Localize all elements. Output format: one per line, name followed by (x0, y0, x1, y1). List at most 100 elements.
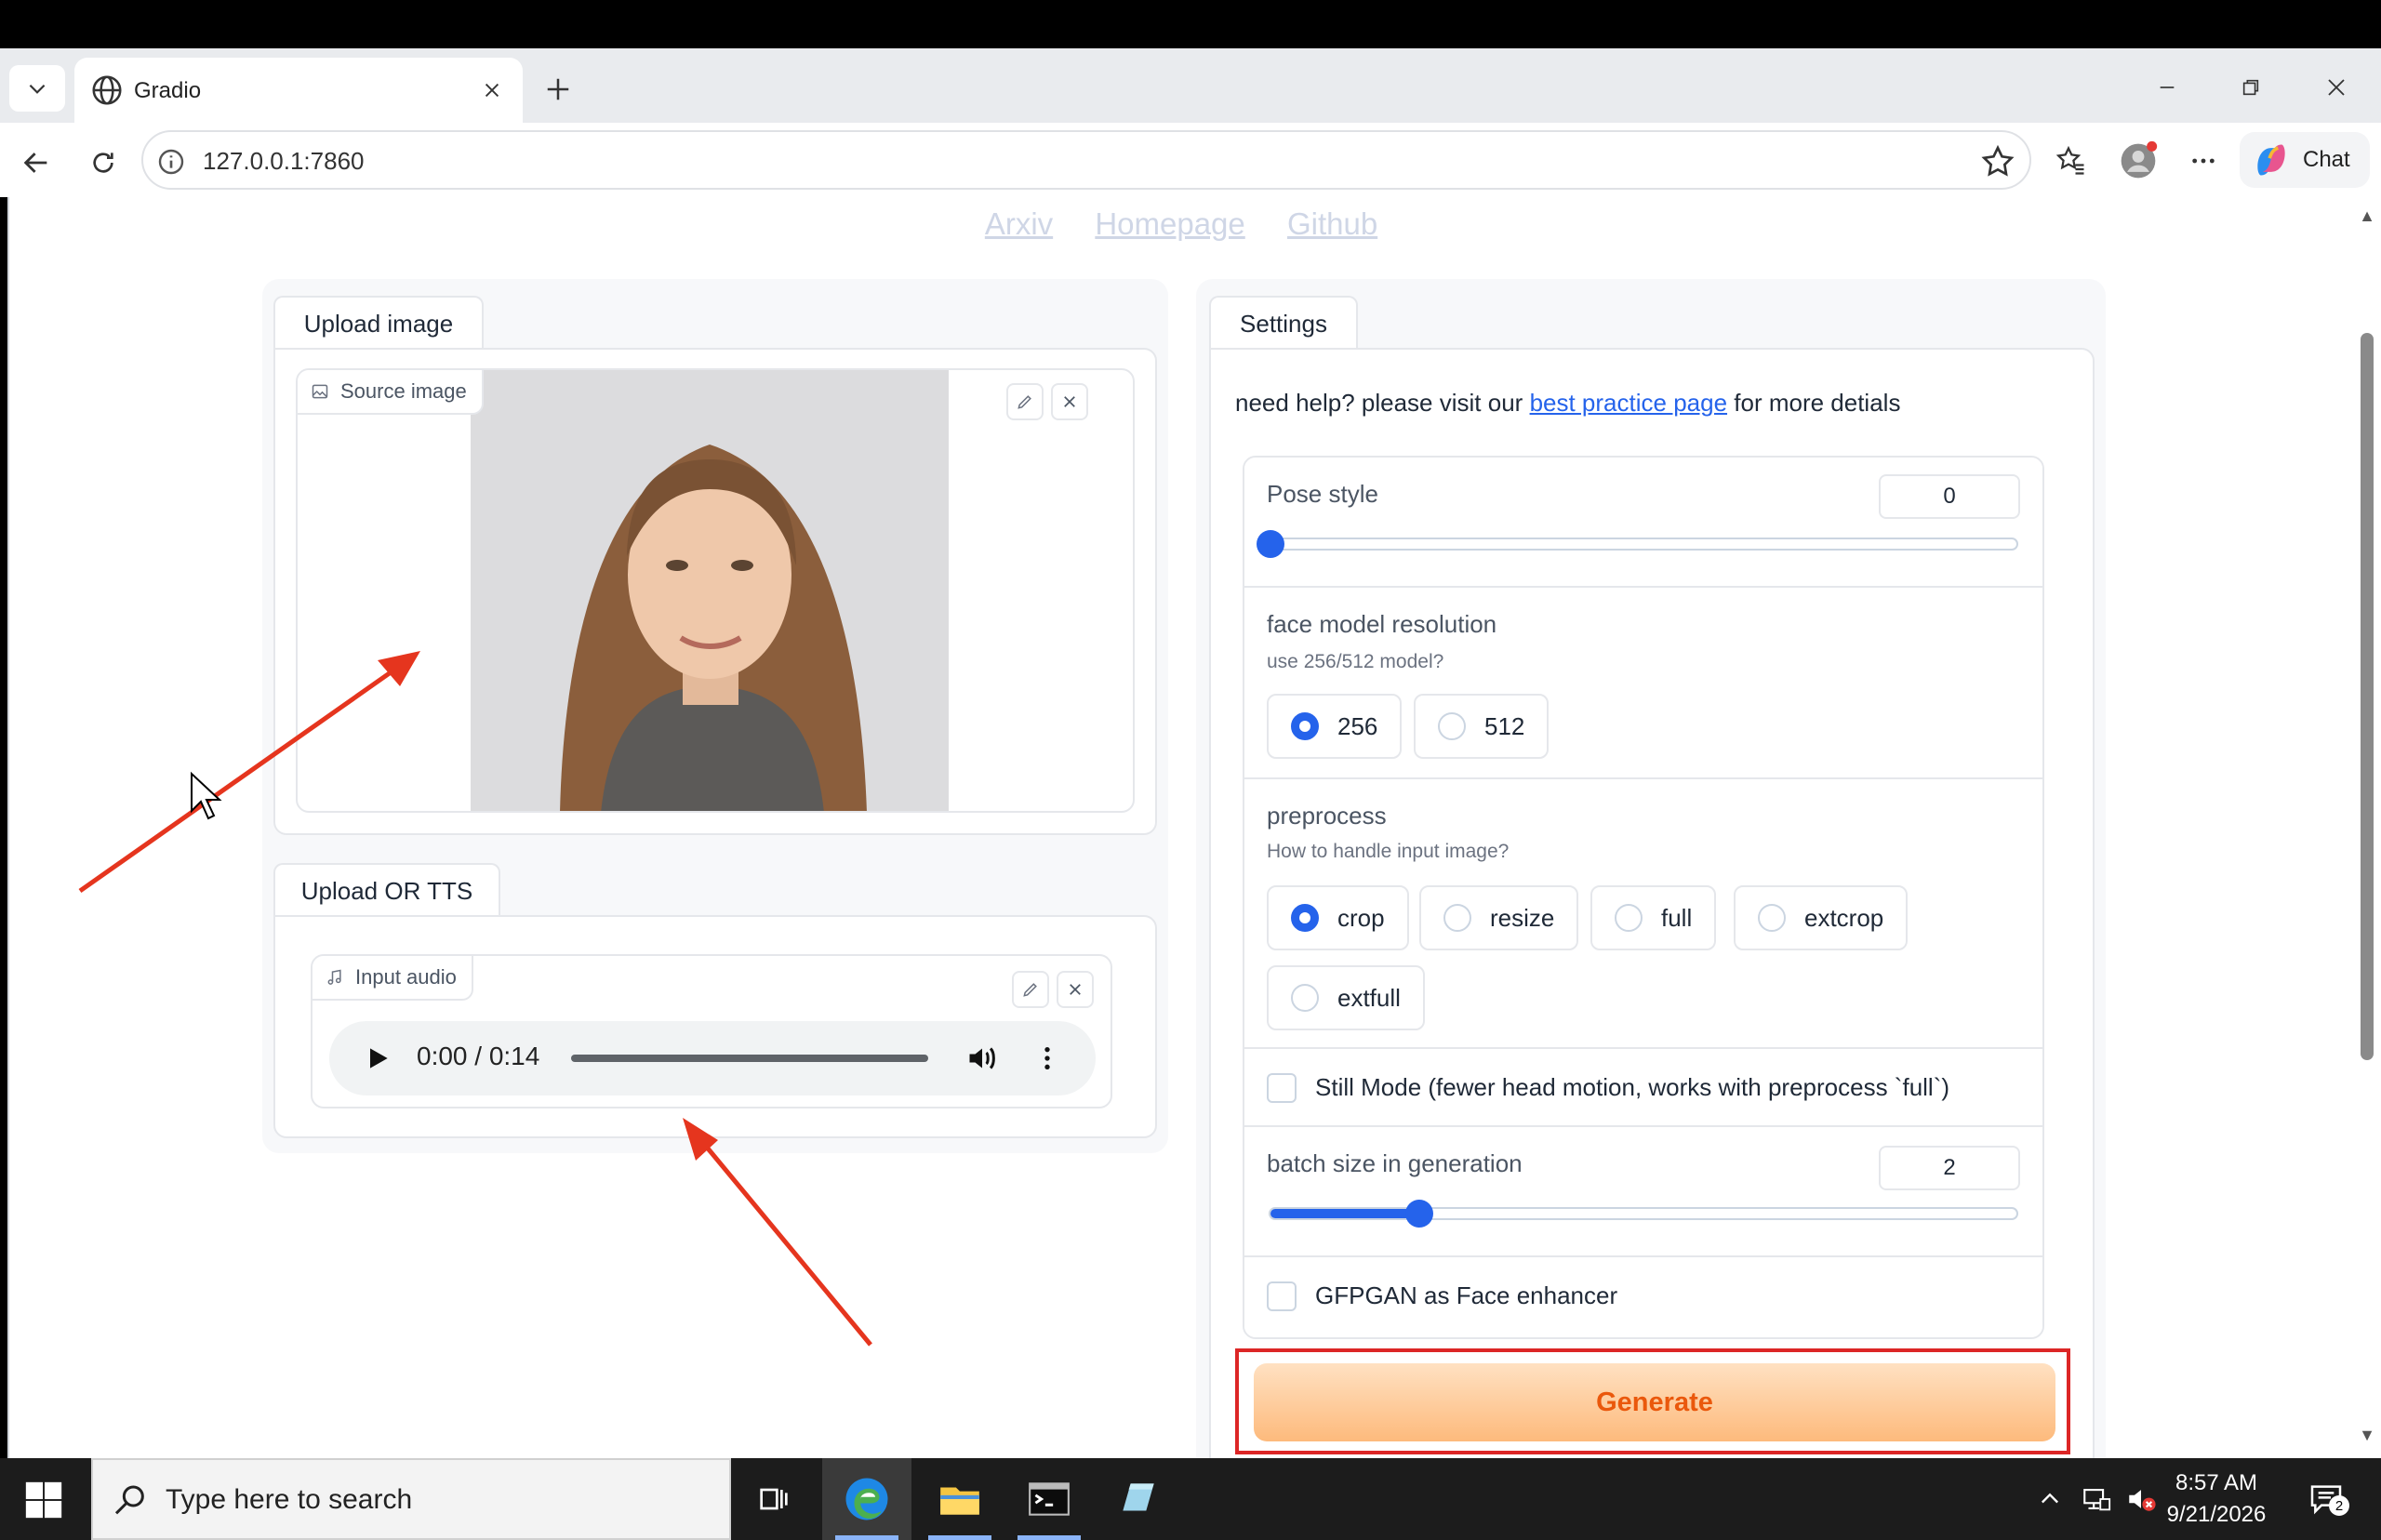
pose-style-slider[interactable] (1257, 530, 2018, 558)
address-bar[interactable]: 127.0.0.1:7860 (141, 130, 2031, 190)
restore-button[interactable] (2223, 67, 2279, 108)
tab-upload-or-tts[interactable]: Upload OR TTS (273, 863, 500, 917)
preprocess-option-label: extcrop (1804, 903, 1884, 932)
page-scrollbar[interactable]: ▲ ▼ (2351, 197, 2381, 1458)
preprocess-option-resize[interactable]: resize (1419, 885, 1579, 950)
gfpgan-section: GFPGAN as Face enhancer (1244, 1257, 2042, 1337)
taskbar-app-launcher[interactable] (1094, 1458, 1183, 1540)
preprocess-option-extfull[interactable]: extfull (1267, 965, 1425, 1030)
browser-tab-strip: Gradio (0, 48, 2381, 123)
profile-button[interactable] (2113, 136, 2163, 186)
arxiv-link[interactable]: Arxiv (985, 206, 1053, 241)
gfpgan-checkbox[interactable] (1267, 1281, 1297, 1311)
face-model-option-512[interactable]: 512 (1414, 694, 1550, 759)
tab-upload-image[interactable]: Upload image (273, 296, 484, 350)
still-mode-label[interactable]: Still Mode (fewer head motion, works wit… (1315, 1073, 1949, 1102)
close-window-button[interactable] (2308, 67, 2364, 108)
batch-size-slider[interactable] (1269, 1200, 2018, 1228)
page-viewport: Arxiv Homepage Github Upload image Sourc… (7, 197, 2381, 1458)
star-icon[interactable] (1979, 143, 2016, 180)
image-icon (312, 384, 328, 399)
preprocess-option-extcrop[interactable]: extcrop (1734, 885, 1909, 950)
homepage-link[interactable]: Homepage (1095, 206, 1244, 241)
preprocess-label: preprocess (1267, 802, 1387, 830)
input-audio-label-text: Input audio (355, 965, 457, 989)
back-button[interactable] (13, 139, 60, 186)
github-link[interactable]: Github (1287, 206, 1377, 241)
pencil-icon (1023, 983, 1037, 997)
face-model-label: face model resolution (1267, 610, 1497, 638)
radio-selected-icon (1291, 712, 1319, 740)
pose-style-number-input[interactable]: 0 (1879, 474, 2020, 519)
scrollbar-thumb[interactable] (2361, 333, 2374, 1060)
notifications-button[interactable]: 2 (2303, 1480, 2349, 1518)
play-icon[interactable] (363, 1043, 392, 1073)
favorites-button[interactable] (2046, 136, 2096, 186)
generate-button[interactable]: Generate (1254, 1363, 2055, 1441)
minimize-icon (2160, 86, 2175, 88)
batch-size-slider-fill (1270, 1209, 1420, 1218)
tray-overflow-button[interactable] (2031, 1480, 2068, 1518)
preprocess-option-full[interactable]: full (1590, 885, 1717, 950)
help-text: need help? please visit our best practic… (1235, 389, 1900, 418)
close-icon (485, 83, 499, 98)
still-mode-checkbox[interactable] (1267, 1073, 1297, 1103)
edit-image-button[interactable] (1006, 383, 1044, 420)
music-note-icon (327, 969, 341, 985)
tray-clock[interactable]: 8:57 AM 9/21/2026 (2147, 1467, 2286, 1531)
audio-time: 0:00 / 0:14 (417, 1042, 540, 1070)
face-model-option-256[interactable]: 256 (1267, 694, 1403, 759)
edit-audio-button[interactable] (1012, 971, 1049, 1008)
preprocess-option-label: resize (1490, 903, 1555, 932)
preprocess-option-label: crop (1337, 903, 1385, 932)
reload-button[interactable] (80, 139, 126, 186)
source-image-block[interactable]: Source image (296, 368, 1135, 813)
settings-card: Pose style 0 face model resolution use 2… (1243, 456, 2044, 1339)
info-icon[interactable] (156, 147, 186, 177)
scroll-down-arrow-icon[interactable]: ▼ (2359, 1426, 2375, 1445)
tab-close-button[interactable] (474, 73, 510, 108)
upload-tts-tab-label: Upload OR TTS (300, 876, 473, 905)
more-vertical-icon[interactable] (1032, 1043, 1062, 1073)
taskbar-edge[interactable] (822, 1458, 911, 1540)
address-url[interactable]: 127.0.0.1:7860 (203, 147, 365, 176)
source-image-portrait (471, 370, 949, 811)
volume-icon[interactable] (965, 1042, 999, 1075)
batch-size-slider-thumb[interactable] (1405, 1200, 1434, 1228)
input-audio-block[interactable]: Input audio 0:00 / 0:14 (311, 954, 1112, 1109)
best-practice-link[interactable]: best practice page (1530, 389, 1727, 417)
more-options-button[interactable] (2178, 136, 2228, 186)
tray-network-button[interactable] (2078, 1480, 2115, 1518)
clear-image-button[interactable] (1051, 383, 1088, 420)
taskbar-file-explorer[interactable] (915, 1458, 1004, 1540)
copilot-chat-button[interactable]: Chat (2240, 132, 2370, 188)
source-image-label-text: Source image (340, 379, 467, 403)
pose-style-slider-thumb[interactable] (1257, 530, 1284, 558)
close-icon (2328, 79, 2345, 96)
minimize-button[interactable] (2139, 67, 2195, 108)
taskbar-terminal[interactable] (1004, 1458, 1094, 1540)
active-app-indicator (835, 1535, 898, 1540)
batch-size-number-input[interactable]: 2 (1879, 1146, 2020, 1190)
terminal-icon (1029, 1482, 1070, 1516)
more-horizontal-icon (2192, 158, 2215, 164)
preprocess-option-crop[interactable]: crop (1267, 885, 1409, 950)
tab-list-button[interactable] (9, 65, 65, 112)
windows-taskbar: Type here to search 8:57 AM 9/21/2026 2 (0, 1458, 2381, 1540)
tab-settings[interactable]: Settings (1209, 296, 1358, 350)
audio-progress-bar[interactable] (571, 1055, 928, 1062)
upload-image-tab-panel: Source image (273, 348, 1157, 835)
clear-audio-button[interactable] (1057, 971, 1094, 1008)
face-model-option-label: 256 (1337, 711, 1378, 740)
scroll-up-arrow-icon[interactable]: ▲ (2359, 206, 2375, 226)
taskbar-search-box[interactable]: Type here to search (91, 1458, 731, 1540)
radio-selected-icon (1291, 904, 1319, 932)
new-tab-button[interactable] (538, 69, 579, 110)
gfpgan-label[interactable]: GFPGAN as Face enhancer (1315, 1281, 1617, 1310)
close-icon (1064, 396, 1075, 407)
task-view-button[interactable] (729, 1458, 818, 1540)
windows-start-icon[interactable] (22, 1479, 65, 1521)
restore-icon (2242, 79, 2259, 96)
browser-tab-gradio[interactable]: Gradio (74, 58, 523, 123)
tray-time: 8:57 AM (2175, 1470, 2258, 1495)
